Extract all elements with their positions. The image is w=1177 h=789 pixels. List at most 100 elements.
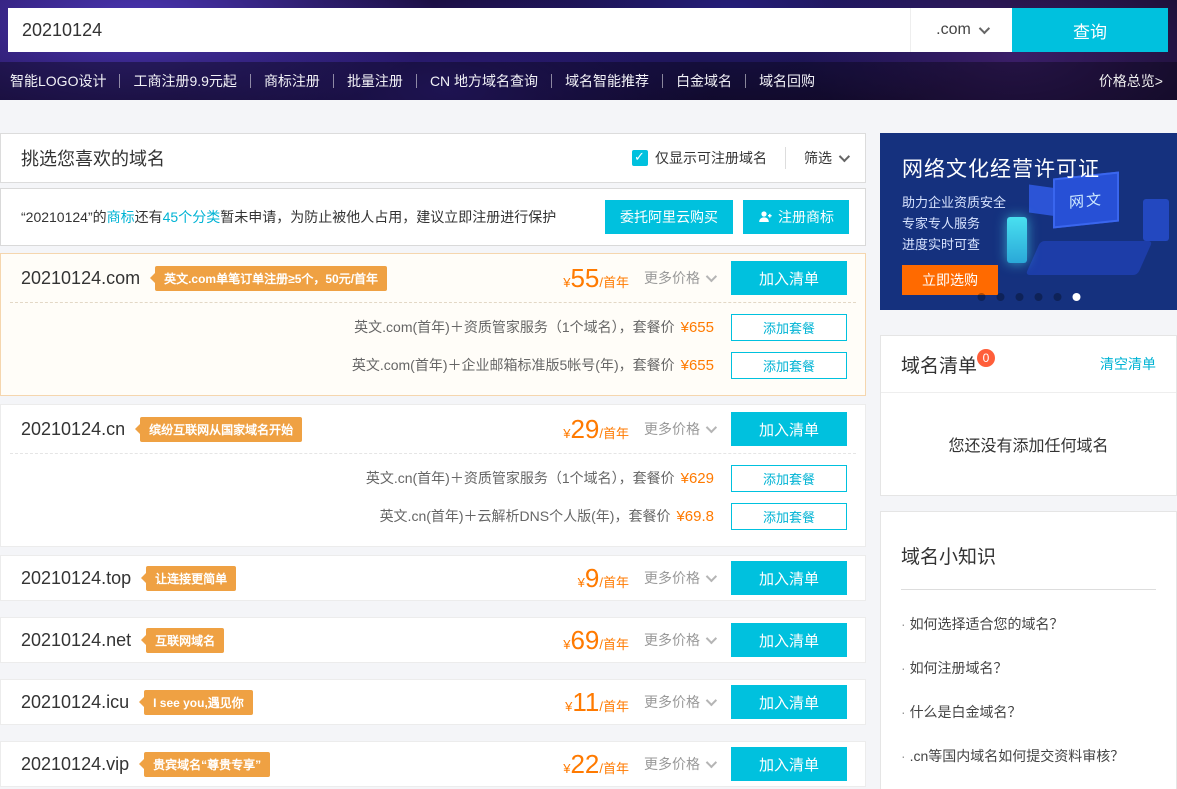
add-to-cart-button[interactable]: 加入清单 (731, 685, 847, 719)
carousel-dot[interactable] (1034, 293, 1042, 301)
package-price: ¥655 (681, 319, 714, 336)
banner-cta-button[interactable]: 立即选购 (902, 265, 998, 295)
trademark-notice-text: “20210124”的商标还有45个分类暂未申请，为防止被他人占用，建议立即注册… (21, 207, 556, 227)
more-prices-toggle[interactable]: 更多价格 (644, 754, 714, 774)
nav-item-cn-local-query[interactable]: CN 地方域名查询 (417, 71, 551, 91)
entrust-buy-button[interactable]: 委托阿里云购买 (605, 200, 733, 234)
carousel-dot[interactable] (1053, 293, 1061, 301)
carousel-dot[interactable] (977, 293, 985, 301)
domain-row: 20210124.com 英文.com单笔订单注册≥5个，50元/首年 ¥55/… (1, 254, 865, 302)
add-package-button[interactable]: 添加套餐 (731, 352, 847, 379)
price: ¥69/首年 (563, 627, 629, 653)
tld-selected-value: .com (936, 21, 971, 39)
filter-button[interactable]: 筛选 (804, 148, 847, 168)
price: ¥11/首年 (565, 689, 629, 715)
filter-label: 筛选 (804, 148, 832, 168)
sub-nav: 智能LOGO设计 工商注册9.9元起 商标注册 批量注册 CN 地方域名查询 域… (0, 62, 1177, 100)
tips-link-cn-review[interactable]: .cn等国内域名如何提交资料审核？ (901, 746, 1156, 766)
package-row: 英文.cn(首年)＋云解析DNS个人版(年)，套餐价 ¥69.8 添加套餐 (10, 497, 856, 535)
domain-name: 20210124.vip (21, 754, 129, 775)
tips-link-how-register[interactable]: 如何注册域名？ (901, 658, 1156, 678)
more-prices-toggle[interactable]: 更多价格 (644, 692, 714, 712)
domain-name: 20210124.cn (21, 419, 125, 440)
domain-card-top: 20210124.top 让连接更简单 ¥9/首年 更多价格 加入清单 (0, 555, 866, 601)
nav-item-smart-recommend[interactable]: 域名智能推荐 (552, 71, 662, 91)
more-prices-toggle[interactable]: 更多价格 (644, 568, 714, 588)
nav-item-trademark[interactable]: 商标注册 (251, 71, 333, 91)
nav-item-biz-register[interactable]: 工商注册9.9元起 (120, 71, 249, 91)
promo-badge: 让连接更简单 (146, 566, 236, 591)
domain-card-cn: 20210124.cn 缤纷互联网从国家域名开始 ¥29/首年 更多价格 加入清… (0, 404, 866, 547)
result-column: 挑选您喜欢的域名 仅显示可注册域名 筛选 “20210124”的商标还有45个分… (0, 133, 866, 789)
carousel-dots (977, 293, 1080, 301)
domain-search-bar: .com 查询 (8, 8, 1168, 52)
domain-card-net: 20210124.net 互联网域名 ¥69/首年 更多价格 加入清单 (0, 617, 866, 663)
domain-name: 20210124.net (21, 630, 131, 651)
package-list: 英文.cn(首年)＋资质管家服务（1个域名），套餐价 ¥629 添加套餐 英文.… (10, 453, 856, 546)
register-trademark-button[interactable]: 注册商标 (743, 200, 849, 234)
list-header-controls: 仅显示可注册域名 筛选 (632, 147, 847, 169)
tld-selector[interactable]: .com (910, 8, 1012, 52)
chevron-down-icon (979, 23, 990, 34)
domain-tips-panel: 域名小知识 如何选择适合您的域名？ 如何注册域名？ 什么是白金域名？ .cn等国… (880, 511, 1177, 789)
add-to-cart-button[interactable]: 加入清单 (731, 747, 847, 781)
add-to-cart-button[interactable]: 加入清单 (731, 261, 847, 295)
carousel-dot[interactable] (996, 293, 1004, 301)
trademark-link[interactable]: 商标 (107, 209, 135, 225)
registrable-only-checkbox[interactable] (632, 150, 648, 166)
add-package-button[interactable]: 添加套餐 (731, 465, 847, 492)
clear-cart-link[interactable]: 清空清单 (1100, 354, 1156, 374)
package-row: 英文.com(首年)＋资质管家服务（1个域名），套餐价 ¥655 添加套餐 (10, 308, 856, 346)
search-button[interactable]: 查询 (1012, 8, 1168, 52)
carousel-dot[interactable] (1015, 293, 1023, 301)
price-overview-link[interactable]: 价格总览> (1099, 71, 1167, 91)
banner-title: 网络文化经营许可证 (902, 153, 1177, 183)
trademark-notice: “20210124”的商标还有45个分类暂未申请，为防止被他人占用，建议立即注册… (0, 188, 866, 246)
add-package-button[interactable]: 添加套餐 (731, 503, 847, 530)
banner-text: 助力企业资质安全 专家专人服务 进度实时可查 (902, 192, 1177, 255)
chevron-down-icon (839, 151, 850, 162)
price: ¥9/首年 (578, 565, 629, 591)
domain-row: 20210124.top 让连接更简单 ¥9/首年 更多价格 加入清单 (1, 556, 865, 600)
page-title: 挑选您喜欢的域名 (21, 145, 165, 171)
package-price: ¥69.8 (676, 508, 714, 525)
nav-item-premium-domain[interactable]: 白金域名 (663, 71, 745, 91)
domain-row: 20210124.cn 缤纷互联网从国家域名开始 ¥29/首年 更多价格 加入清… (1, 405, 865, 453)
category-count-link[interactable]: 45个分类 (163, 209, 221, 225)
nav-item-batch-register[interactable]: 批量注册 (334, 71, 416, 91)
search-input[interactable] (8, 8, 910, 52)
add-to-cart-button[interactable]: 加入清单 (731, 623, 847, 657)
promo-banner[interactable]: 网文 网络文化经营许可证 助力企业资质安全 专家专人服务 进度实时可查 立即选购 (880, 133, 1177, 310)
package-list: 英文.com(首年)＋资质管家服务（1个域名），套餐价 ¥655 添加套餐 英文… (10, 302, 856, 395)
tips-link-choose-domain[interactable]: 如何选择适合您的域名？ (901, 614, 1156, 634)
chevron-down-icon (706, 271, 717, 282)
main-content: 挑选您喜欢的域名 仅显示可注册域名 筛选 “20210124”的商标还有45个分… (0, 100, 1177, 789)
promo-badge: 英文.com单笔订单注册≥5个，50元/首年 (155, 266, 387, 291)
chevron-down-icon (706, 422, 717, 433)
domain-name: 20210124.com (21, 268, 140, 289)
carousel-dot-active[interactable] (1072, 293, 1080, 301)
nav-item-logo-design[interactable]: 智能LOGO设计 (10, 71, 119, 91)
more-prices-toggle[interactable]: 更多价格 (644, 419, 714, 439)
price: ¥22/首年 (563, 751, 629, 777)
add-package-button[interactable]: 添加套餐 (731, 314, 847, 341)
nav-item-domain-buyback[interactable]: 域名回购 (746, 71, 828, 91)
add-to-cart-button[interactable]: 加入清单 (731, 561, 847, 595)
domain-name: 20210124.top (21, 568, 131, 589)
promo-badge: I see you,遇见你 (144, 690, 253, 715)
more-prices-toggle[interactable]: 更多价格 (644, 268, 714, 288)
tips-link-premium-domain[interactable]: 什么是白金域名？ (901, 702, 1156, 722)
tips-title: 域名小知识 (901, 542, 1156, 569)
chevron-down-icon (706, 757, 717, 768)
domain-card-com: 20210124.com 英文.com单笔订单注册≥5个，50元/首年 ¥55/… (0, 253, 866, 396)
add-to-cart-button[interactable]: 加入清单 (731, 412, 847, 446)
domain-row: 20210124.net 互联网域名 ¥69/首年 更多价格 加入清单 (1, 618, 865, 662)
domain-card-vip: 20210124.vip 贵宾域名“尊贵专享” ¥22/首年 更多价格 加入清单 (0, 741, 866, 787)
package-price: ¥629 (681, 470, 714, 487)
chevron-down-icon (706, 695, 717, 706)
chevron-down-icon (706, 633, 717, 644)
registrable-only-label: 仅显示可注册域名 (655, 148, 767, 168)
package-row: 英文.cn(首年)＋资质管家服务（1个域名），套餐价 ¥629 添加套餐 (10, 459, 856, 497)
more-prices-toggle[interactable]: 更多价格 (644, 630, 714, 650)
result-list-header: 挑选您喜欢的域名 仅显示可注册域名 筛选 (0, 133, 866, 183)
